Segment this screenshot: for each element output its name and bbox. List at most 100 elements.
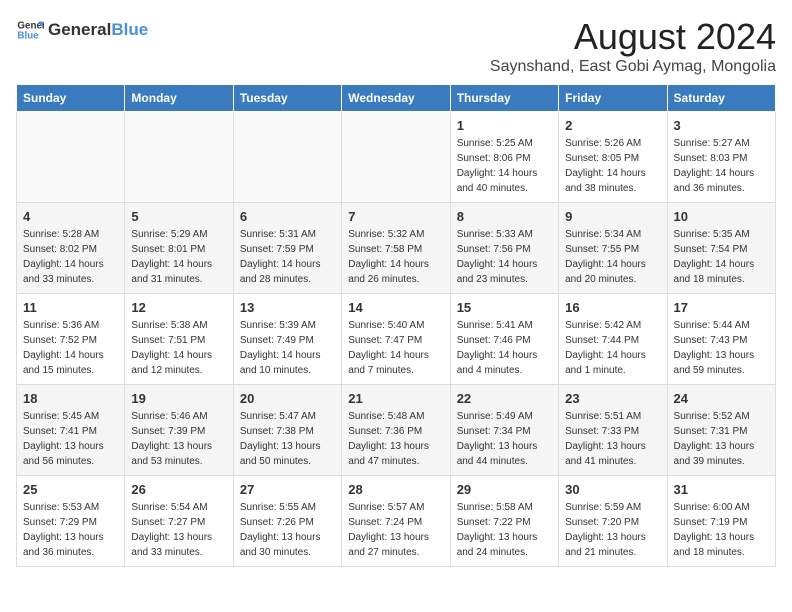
- day-info: Sunrise: 5:39 AM Sunset: 7:49 PM Dayligh…: [240, 318, 335, 378]
- day-number: 20: [240, 391, 335, 406]
- calendar-cell: 11Sunrise: 5:36 AM Sunset: 7:52 PM Dayli…: [17, 294, 125, 385]
- weekday-header-row: SundayMondayTuesdayWednesdayThursdayFrid…: [17, 85, 776, 112]
- day-info: Sunrise: 5:26 AM Sunset: 8:05 PM Dayligh…: [565, 136, 660, 196]
- day-number: 24: [674, 391, 769, 406]
- day-number: 19: [131, 391, 226, 406]
- main-title: August 2024: [490, 16, 776, 58]
- calendar-cell: 24 Sunrise: 5:52 AM Sunset: 7:31 PM Dayli…: [667, 385, 775, 476]
- calendar-cell: 29 Sunrise: 5:58 AM Sunset: 7:22 PM Dayli…: [450, 476, 558, 567]
- calendar-cell: 13 Sunrise: 5:39 AM Sunset: 7:49 PM Dayli…: [233, 294, 341, 385]
- day-info: Sunrise: 5:45 AM Sunset: 7:41 PM Dayligh…: [23, 409, 118, 469]
- day-info: Sunrise: 5:59 AM Sunset: 7:20 PM Dayligh…: [565, 500, 660, 560]
- calendar-cell: 10 Sunrise: 5:35 AM Sunset: 7:54 PM Dayli…: [667, 203, 775, 294]
- weekday-header-monday: Monday: [125, 85, 233, 112]
- day-number: 27: [240, 482, 335, 497]
- day-info: Sunrise: 5:32 AM Sunset: 7:58 PM Dayligh…: [348, 227, 443, 287]
- week-row-4: 18Sunrise: 5:45 AM Sunset: 7:41 PM Dayli…: [17, 385, 776, 476]
- day-number: 12: [131, 300, 226, 315]
- day-number: 31: [674, 482, 769, 497]
- svg-text:Blue: Blue: [17, 30, 39, 41]
- weekday-header-friday: Friday: [559, 85, 667, 112]
- day-info: Sunrise: 5:46 AM Sunset: 7:39 PM Dayligh…: [131, 409, 226, 469]
- logo-general: General: [48, 20, 111, 39]
- day-number: 14: [348, 300, 443, 315]
- page-header: General Blue GeneralBlue August 2024 Say…: [16, 16, 776, 76]
- calendar-cell: 23Sunrise: 5:51 AM Sunset: 7:33 PM Dayli…: [559, 385, 667, 476]
- calendar-cell: 18Sunrise: 5:45 AM Sunset: 7:41 PM Dayli…: [17, 385, 125, 476]
- calendar-cell: 5 Sunrise: 5:29 AM Sunset: 8:01 PM Daylig…: [125, 203, 233, 294]
- day-number: 25: [23, 482, 118, 497]
- logo-text: GeneralBlue: [48, 20, 148, 40]
- day-number: 2: [565, 118, 660, 133]
- day-info: Sunrise: 5:55 AM Sunset: 7:26 PM Dayligh…: [240, 500, 335, 560]
- day-info: Sunrise: 5:29 AM Sunset: 8:01 PM Dayligh…: [131, 227, 226, 287]
- logo-blue: Blue: [111, 20, 148, 39]
- title-block: August 2024 Saynshand, East Gobi Aymag, …: [490, 16, 776, 76]
- day-info: Sunrise: 5:49 AM Sunset: 7:34 PM Dayligh…: [457, 409, 552, 469]
- calendar-cell: 31Sunrise: 6:00 AM Sunset: 7:19 PM Dayli…: [667, 476, 775, 567]
- calendar-cell: 3 Sunrise: 5:27 AM Sunset: 8:03 PM Daylig…: [667, 112, 775, 203]
- day-number: 5: [131, 209, 226, 224]
- day-number: 28: [348, 482, 443, 497]
- day-number: 17: [674, 300, 769, 315]
- day-number: 7: [348, 209, 443, 224]
- day-number: 21: [348, 391, 443, 406]
- calendar-cell: 9Sunrise: 5:34 AM Sunset: 7:55 PM Daylig…: [559, 203, 667, 294]
- calendar-cell: 14 Sunrise: 5:40 AM Sunset: 7:47 PM Dayli…: [342, 294, 450, 385]
- calendar-cell: 15 Sunrise: 5:41 AM Sunset: 7:46 PM Dayli…: [450, 294, 558, 385]
- day-number: 15: [457, 300, 552, 315]
- day-info: Sunrise: 5:54 AM Sunset: 7:27 PM Dayligh…: [131, 500, 226, 560]
- week-row-2: 4Sunrise: 5:28 AM Sunset: 8:02 PM Daylig…: [17, 203, 776, 294]
- weekday-header-sunday: Sunday: [17, 85, 125, 112]
- day-info: Sunrise: 5:42 AM Sunset: 7:44 PM Dayligh…: [565, 318, 660, 378]
- day-number: 9: [565, 209, 660, 224]
- day-number: 6: [240, 209, 335, 224]
- week-row-5: 25Sunrise: 5:53 AM Sunset: 7:29 PM Dayli…: [17, 476, 776, 567]
- day-number: 26: [131, 482, 226, 497]
- day-info: Sunrise: 5:27 AM Sunset: 8:03 PM Dayligh…: [674, 136, 769, 196]
- calendar-cell: 4Sunrise: 5:28 AM Sunset: 8:02 PM Daylig…: [17, 203, 125, 294]
- calendar-table: SundayMondayTuesdayWednesdayThursdayFrid…: [16, 84, 776, 567]
- calendar-cell: 22 Sunrise: 5:49 AM Sunset: 7:34 PM Dayli…: [450, 385, 558, 476]
- calendar-cell: 7 Sunrise: 5:32 AM Sunset: 7:58 PM Daylig…: [342, 203, 450, 294]
- week-row-1: 1 Sunrise: 5:25 AM Sunset: 8:06 PM Daylig…: [17, 112, 776, 203]
- day-info: Sunrise: 5:41 AM Sunset: 7:46 PM Dayligh…: [457, 318, 552, 378]
- day-number: 10: [674, 209, 769, 224]
- day-info: Sunrise: 5:48 AM Sunset: 7:36 PM Dayligh…: [348, 409, 443, 469]
- day-info: Sunrise: 5:25 AM Sunset: 8:06 PM Dayligh…: [457, 136, 552, 196]
- weekday-header-thursday: Thursday: [450, 85, 558, 112]
- calendar-cell: 2 Sunrise: 5:26 AM Sunset: 8:05 PM Daylig…: [559, 112, 667, 203]
- day-number: 22: [457, 391, 552, 406]
- day-info: Sunrise: 5:38 AM Sunset: 7:51 PM Dayligh…: [131, 318, 226, 378]
- calendar-cell: 25Sunrise: 5:53 AM Sunset: 7:29 PM Dayli…: [17, 476, 125, 567]
- day-info: Sunrise: 5:52 AM Sunset: 7:31 PM Dayligh…: [674, 409, 769, 469]
- subtitle: Saynshand, East Gobi Aymag, Mongolia: [490, 58, 776, 76]
- calendar-cell: 17Sunrise: 5:44 AM Sunset: 7:43 PM Dayli…: [667, 294, 775, 385]
- day-number: 1: [457, 118, 552, 133]
- calendar-cell: 19 Sunrise: 5:46 AM Sunset: 7:39 PM Dayli…: [125, 385, 233, 476]
- day-number: 23: [565, 391, 660, 406]
- calendar-cell: 8Sunrise: 5:33 AM Sunset: 7:56 PM Daylig…: [450, 203, 558, 294]
- day-info: Sunrise: 5:57 AM Sunset: 7:24 PM Dayligh…: [348, 500, 443, 560]
- calendar-cell: [233, 112, 341, 203]
- calendar-cell: 6 Sunrise: 5:31 AM Sunset: 7:59 PM Daylig…: [233, 203, 341, 294]
- day-info: Sunrise: 5:33 AM Sunset: 7:56 PM Dayligh…: [457, 227, 552, 287]
- logo: General Blue GeneralBlue: [16, 16, 148, 44]
- day-info: Sunrise: 5:58 AM Sunset: 7:22 PM Dayligh…: [457, 500, 552, 560]
- calendar-cell: [17, 112, 125, 203]
- day-number: 11: [23, 300, 118, 315]
- day-number: 13: [240, 300, 335, 315]
- calendar-cell: 21 Sunrise: 5:48 AM Sunset: 7:36 PM Dayli…: [342, 385, 450, 476]
- day-info: Sunrise: 5:35 AM Sunset: 7:54 PM Dayligh…: [674, 227, 769, 287]
- day-number: 4: [23, 209, 118, 224]
- day-info: Sunrise: 5:47 AM Sunset: 7:38 PM Dayligh…: [240, 409, 335, 469]
- calendar-cell: [342, 112, 450, 203]
- week-row-3: 11Sunrise: 5:36 AM Sunset: 7:52 PM Dayli…: [17, 294, 776, 385]
- day-info: Sunrise: 5:31 AM Sunset: 7:59 PM Dayligh…: [240, 227, 335, 287]
- day-number: 3: [674, 118, 769, 133]
- weekday-header-tuesday: Tuesday: [233, 85, 341, 112]
- day-info: Sunrise: 5:40 AM Sunset: 7:47 PM Dayligh…: [348, 318, 443, 378]
- calendar-cell: 30Sunrise: 5:59 AM Sunset: 7:20 PM Dayli…: [559, 476, 667, 567]
- weekday-header-wednesday: Wednesday: [342, 85, 450, 112]
- day-number: 29: [457, 482, 552, 497]
